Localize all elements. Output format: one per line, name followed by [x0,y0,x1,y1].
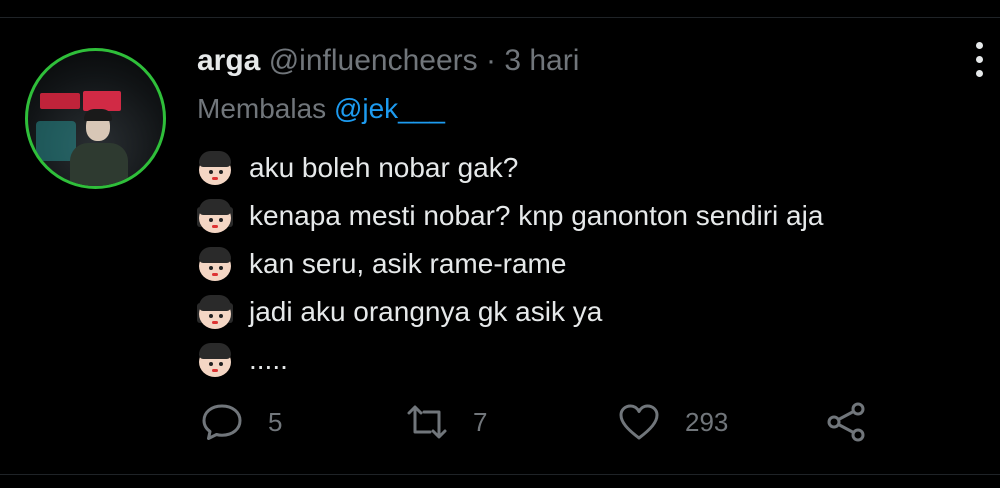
user-handle[interactable]: @influencheers [269,44,478,77]
reply-icon [202,404,242,440]
replying-to-label: Membalas [197,93,327,124]
avatar-photo-person [70,143,128,186]
bottom-divider [0,474,1000,475]
girl-face-icon [197,293,235,331]
avatar[interactable] [25,48,166,189]
display-name[interactable]: arga [197,44,260,77]
retweet-count: 7 [473,406,488,437]
boy-face-icon [197,341,235,379]
tweet-line-text: aku boleh nobar gak? [249,152,519,183]
header-separator: · [485,44,496,77]
heart-icon [619,404,659,440]
retweet-button[interactable]: 7 [405,400,487,444]
tweet-line: jadi aku orangnya gk asik ya [197,288,823,336]
replying-to-mention[interactable]: @jek___ [334,93,445,124]
reply-button[interactable]: 5 [200,400,282,444]
tweet-line: kan seru, asik rame-rame [197,240,823,288]
reply-count: 5 [268,406,283,437]
tweet-header: arga @influencheers · 3 hari [197,44,579,78]
replying-to: Membalas @jek___ [197,93,445,125]
avatar-photo-sign [83,91,121,111]
boy-face-icon [197,149,235,187]
tweet-body: aku boleh nobar gak? kenapa mesti nobar?… [197,144,823,384]
share-button[interactable] [825,400,893,444]
girl-face-icon [197,197,235,235]
tweet-timestamp[interactable]: 3 hari [504,44,579,77]
more-options-icon[interactable] [970,42,990,78]
tweet-line: aku boleh nobar gak? [197,144,823,192]
avatar-photo-sign [40,93,80,109]
tweet-line: kenapa mesti nobar? knp ganonton sendiri… [197,192,823,240]
avatar-photo-person-cap [84,109,112,121]
top-divider [0,17,1000,18]
share-icon [827,402,865,442]
boy-face-icon [197,245,235,283]
tweet-line-text: ..... [249,344,288,375]
tweet-line-text: kan seru, asik rame-rame [249,248,567,279]
tweet-line-text: jadi aku orangnya gk asik ya [249,296,603,327]
retweet-icon [407,405,447,439]
tweet-line: ..... [197,336,823,384]
tweet-line-text: kenapa mesti nobar? knp ganonton sendiri… [249,200,824,231]
like-button[interactable]: 293 [617,400,728,444]
like-count: 293 [685,406,729,437]
tweet-actions: 5 7 293 [0,396,1000,448]
